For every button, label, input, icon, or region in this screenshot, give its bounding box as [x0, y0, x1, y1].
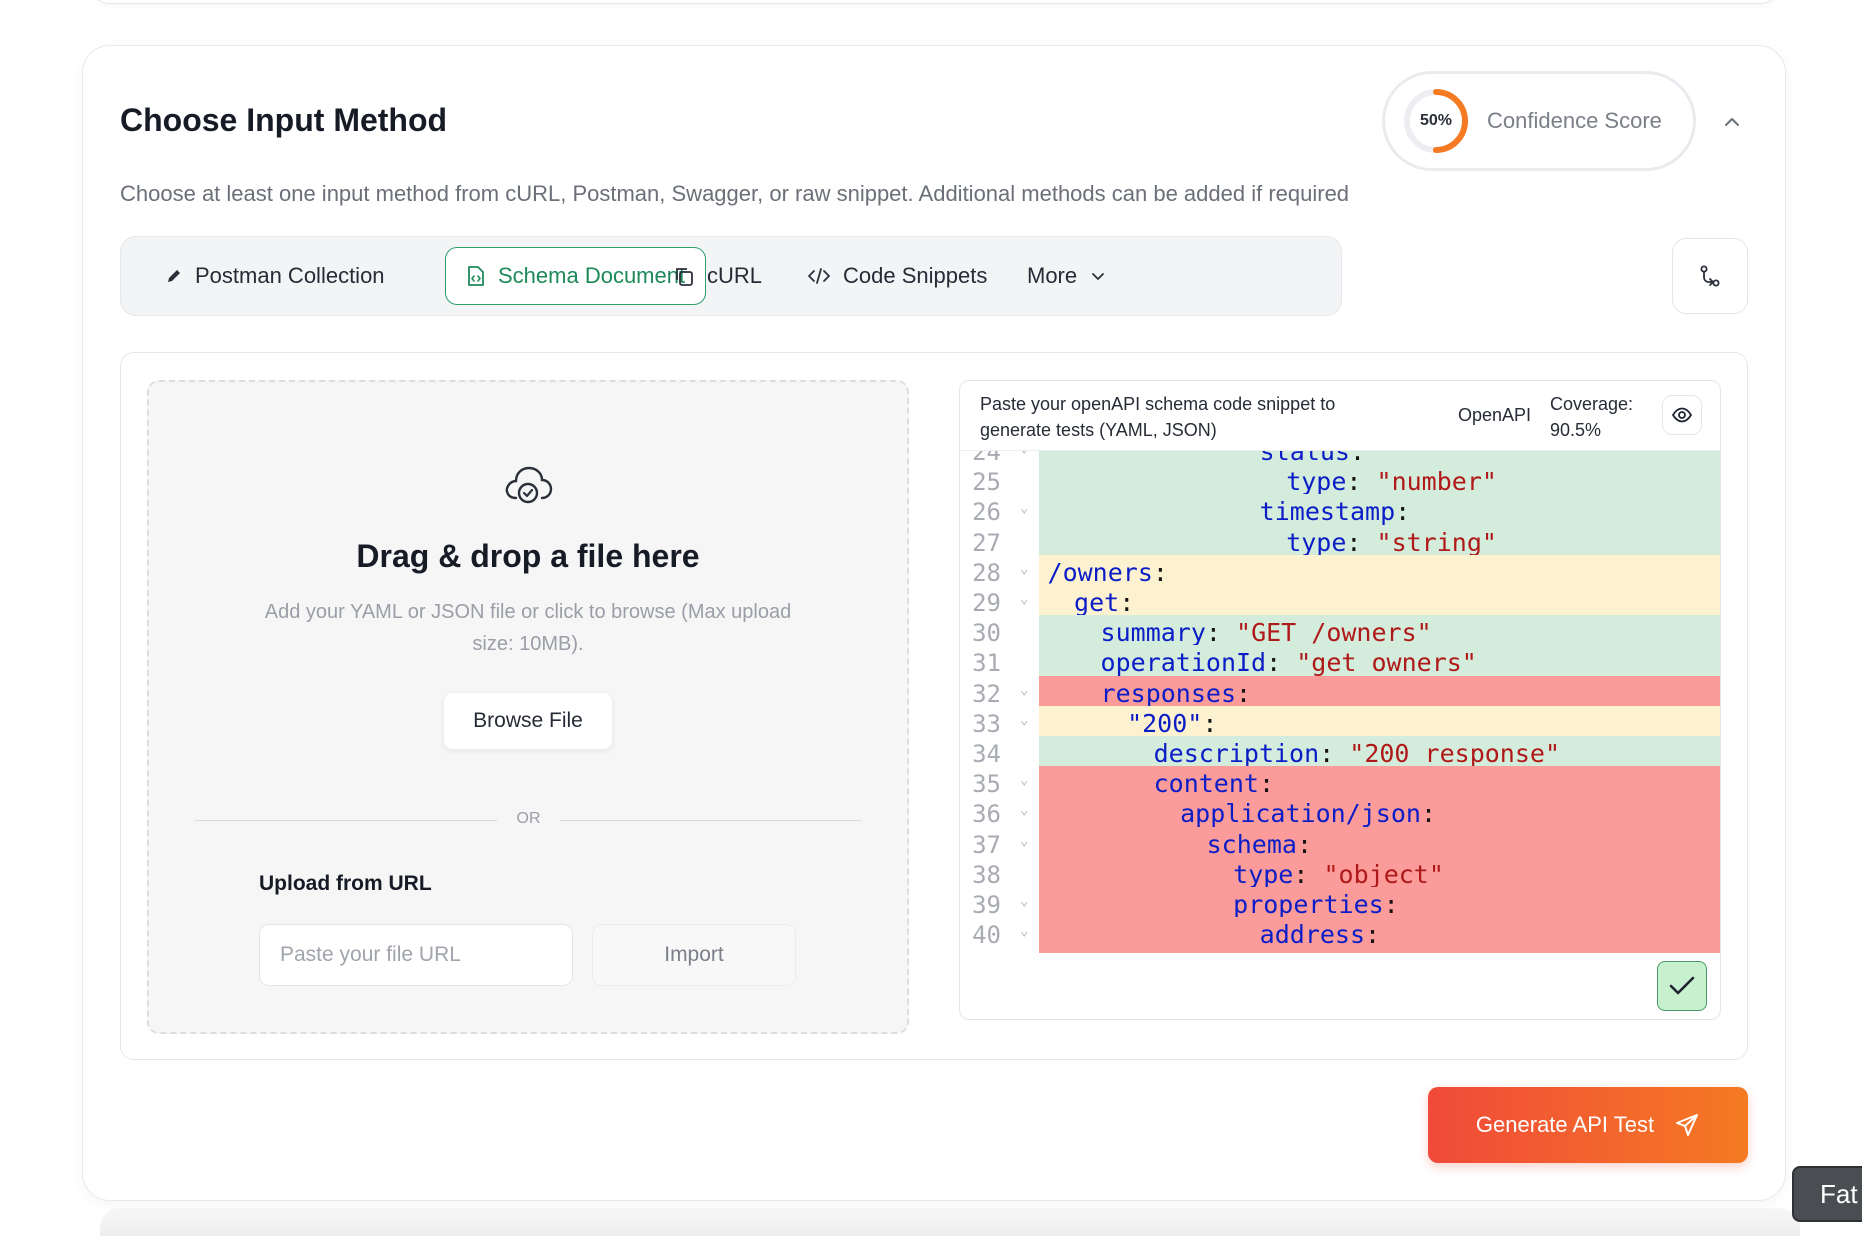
pen-icon: [168, 270, 180, 282]
floating-tab[interactable]: Fat: [1792, 1166, 1862, 1222]
chevron-up-icon: [1725, 118, 1739, 126]
eye-icon: [1671, 407, 1693, 423]
browse-file-button[interactable]: Browse File: [443, 692, 613, 750]
code-text: address:: [1039, 917, 1720, 954]
chevron-down-icon: [1092, 273, 1105, 280]
confidence-score-badge[interactable]: 50% Confidence Score: [1382, 71, 1696, 171]
editor-header: Paste your openAPI schema code snippet t…: [960, 381, 1720, 451]
tab-code-snippets[interactable]: Code Snippets: [787, 247, 1007, 305]
coverage-value: 90.5%: [1550, 420, 1602, 440]
tab-postman-collection[interactable]: Postman Collection: [145, 247, 405, 305]
confidence-label: Confidence Score: [1487, 108, 1662, 133]
tab-label: Code Snippets: [843, 263, 988, 288]
tab-curl[interactable]: cURL: [653, 247, 782, 305]
divider: [195, 820, 497, 821]
send-icon: [1676, 1114, 1699, 1136]
or-separator: OR: [516, 810, 541, 827]
import-button[interactable]: Import: [592, 924, 796, 986]
document-code-icon: [468, 266, 484, 286]
validate-button[interactable]: [1657, 961, 1707, 1011]
git-compare-icon: [1700, 265, 1720, 287]
fold-chevron-icon[interactable]: ⌄: [1020, 772, 1028, 788]
fold-chevron-icon[interactable]: ⌄: [1020, 451, 1028, 456]
schema-code-editor[interactable]: Paste your openAPI schema code snippet t…: [959, 380, 1721, 1020]
file-url-input[interactable]: [259, 924, 573, 986]
compare-button[interactable]: [1672, 238, 1748, 314]
cloud-upload-icon: [502, 460, 554, 513]
checkmark-icon: [1669, 976, 1695, 995]
dropzone-title: Drag & drop a file here: [356, 538, 700, 574]
confidence-ring: 50%: [1403, 88, 1469, 154]
format-label: OpenAPI: [1458, 405, 1532, 425]
fold-chevron-icon[interactable]: ⌄: [1020, 712, 1028, 728]
fold-chevron-icon[interactable]: ⌄: [1020, 893, 1028, 909]
coverage-info: Coverage: 90.5%: [1550, 391, 1633, 443]
copy-icon: [676, 268, 693, 286]
page-subtitle: Choose at least one input method from cU…: [120, 181, 1350, 206]
tab-label: More: [1027, 263, 1078, 288]
fold-chevron-icon[interactable]: ⌄: [1020, 500, 1028, 516]
fold-chevron-icon[interactable]: ⌄: [1020, 682, 1028, 698]
generate-api-test-button[interactable]: Generate API Test: [1428, 1087, 1748, 1163]
upload-url-label: Upload from URL: [259, 872, 432, 895]
page-title: Choose Input Method: [120, 102, 448, 138]
tab-more[interactable]: More: [1007, 247, 1127, 305]
code-icon: [808, 268, 830, 284]
dropzone-description: Add your YAML or JSON file or click to b…: [264, 601, 792, 655]
bottom-shadow: [100, 1208, 1800, 1236]
generate-label: Generate API Test: [1475, 1112, 1655, 1137]
code-lines[interactable]: 24⌄status:25type: "number"26⌄timestamp:2…: [960, 451, 1720, 1019]
preview-toggle-button[interactable]: [1662, 395, 1702, 435]
collapse-button[interactable]: [1716, 106, 1748, 138]
input-method-tabs: Postman Collection Schema Document cURL …: [120, 236, 1342, 316]
tab-label: cURL: [707, 263, 763, 288]
confidence-percent: 50%: [1419, 112, 1453, 129]
divider: [560, 820, 861, 821]
fold-chevron-icon[interactable]: ⌄: [1020, 561, 1028, 577]
coverage-label: Coverage:: [1550, 394, 1634, 414]
fold-chevron-icon[interactable]: ⌄: [1020, 923, 1028, 939]
tab-label: Postman Collection: [195, 263, 385, 288]
fold-chevron-icon[interactable]: ⌄: [1020, 591, 1028, 607]
fold-chevron-icon[interactable]: ⌄: [1020, 802, 1028, 818]
previous-card-edge: [90, 0, 1780, 4]
editor-hint: Paste your openAPI schema code snippet t…: [980, 394, 1336, 440]
fold-chevron-icon[interactable]: ⌄: [1020, 833, 1028, 849]
code-line: 40 ⌄ address:: [960, 917, 1720, 954]
